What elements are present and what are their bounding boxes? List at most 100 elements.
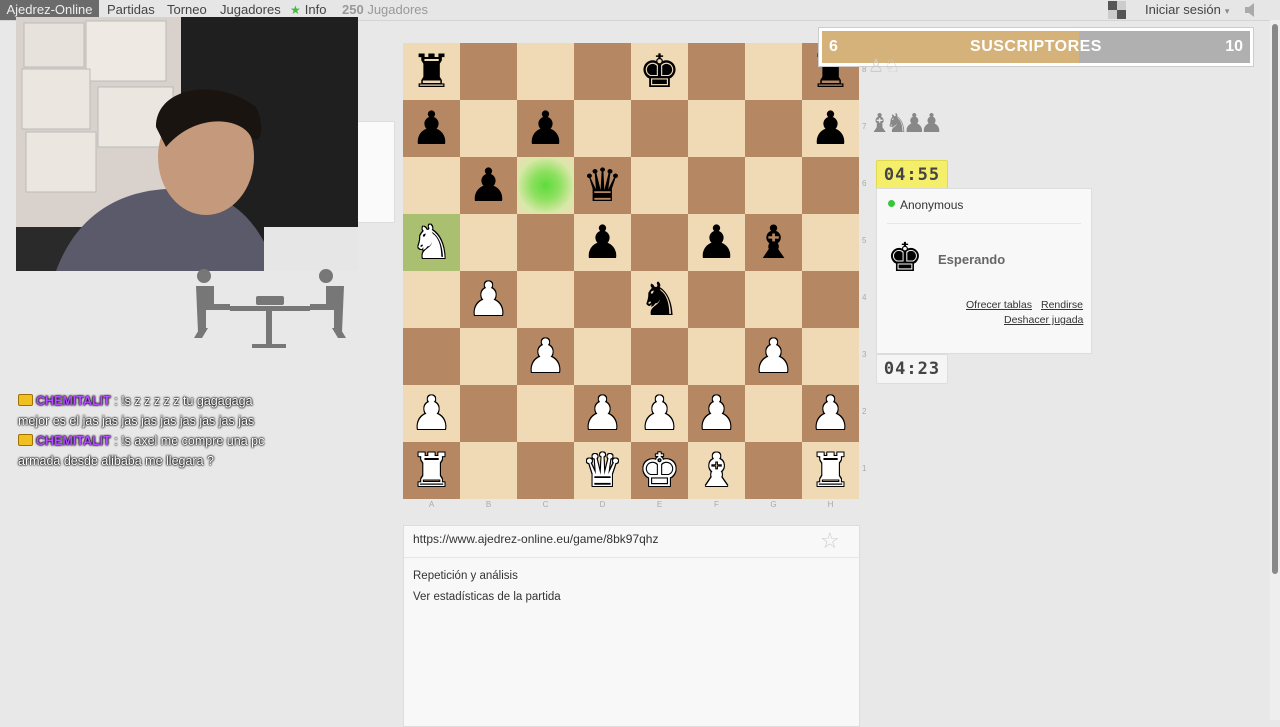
square-c8[interactable] xyxy=(517,43,574,100)
chat-feed: CHEMITALIT : !s z z z z z tu gagagaga me… xyxy=(18,392,268,472)
white-piece-c3[interactable]: ♟ xyxy=(517,328,574,385)
square-g1[interactable] xyxy=(745,442,802,499)
square-f7[interactable] xyxy=(688,100,745,157)
square-d7[interactable] xyxy=(574,100,631,157)
square-g8[interactable] xyxy=(745,43,802,100)
square-e7[interactable] xyxy=(631,100,688,157)
white-piece-e1[interactable]: ♚ xyxy=(631,442,688,499)
square-b1[interactable] xyxy=(460,442,517,499)
game-url[interactable]: https://www.ajedrez-online.eu/game/8bk97… xyxy=(413,532,658,546)
players-count-value: 250 xyxy=(342,2,364,17)
square-b7[interactable] xyxy=(460,100,517,157)
white-piece-f1[interactable]: ♝ xyxy=(688,442,745,499)
game-info-panel: https://www.ajedrez-online.eu/game/8bk97… xyxy=(403,525,860,727)
crown-badge-icon xyxy=(18,394,33,406)
white-piece-h2[interactable]: ♟ xyxy=(802,385,859,442)
scrollbar[interactable] xyxy=(1270,20,1280,720)
square-g6[interactable] xyxy=(745,157,802,214)
square-g7[interactable] xyxy=(745,100,802,157)
speaker-icon[interactable] xyxy=(1245,3,1257,17)
black-piece-f5[interactable]: ♟ xyxy=(688,214,745,271)
white-piece-a5[interactable]: ♞ xyxy=(403,214,460,271)
chevron-down-icon: ▾ xyxy=(1224,6,1230,16)
opponent-name[interactable]: Anonymous xyxy=(900,198,963,212)
square-d8[interactable] xyxy=(574,43,631,100)
square-b3[interactable] xyxy=(460,328,517,385)
square-b8[interactable] xyxy=(460,43,517,100)
subscribers-goal: 10 xyxy=(1225,38,1243,55)
rank-label-3: 3 xyxy=(862,350,867,359)
white-piece-h1[interactable]: ♜ xyxy=(802,442,859,499)
file-label-g: G xyxy=(770,500,777,509)
square-c2[interactable] xyxy=(517,385,574,442)
side-panel xyxy=(358,121,395,223)
square-b5[interactable] xyxy=(460,214,517,271)
square-h4[interactable] xyxy=(802,271,859,328)
black-piece-e8[interactable]: ♚ xyxy=(631,43,688,100)
white-piece-e2[interactable]: ♟ xyxy=(631,385,688,442)
chess-board[interactable]: ♜ ♚ ♜ ♟ ♟ ♟ ♟ ♛ ♞ ♟ ♟ ♝ ♟ ♞ ♟ ♟ ♟ ♟ ♟ ♟ ♟ ♜ ♛ ♚ ♝ ♜ xyxy=(403,43,859,499)
square-h6[interactable] xyxy=(802,157,859,214)
black-piece-c7[interactable]: ♟ xyxy=(517,100,574,157)
square-d3[interactable] xyxy=(574,328,631,385)
black-piece-d5[interactable]: ♟ xyxy=(574,214,631,271)
square-b2[interactable] xyxy=(460,385,517,442)
square-d4[interactable] xyxy=(574,271,631,328)
login-menu[interactable]: Iniciar sesión ▾ xyxy=(1145,0,1229,20)
login-label: Iniciar sesión xyxy=(1145,2,1221,17)
black-piece-a8[interactable]: ♜ xyxy=(403,43,460,100)
square-a3[interactable] xyxy=(403,328,460,385)
favorite-star-icon[interactable]: ☆ xyxy=(820,528,840,554)
square-e6[interactable] xyxy=(631,157,688,214)
rank-label-5: 5 xyxy=(862,236,867,245)
resign-link[interactable]: Rendirse xyxy=(1041,299,1083,311)
white-piece-d2[interactable]: ♟ xyxy=(574,385,631,442)
undo-move-link[interactable]: Deshacer jugada xyxy=(1004,314,1083,326)
square-f8[interactable] xyxy=(688,43,745,100)
white-piece-f2[interactable]: ♟ xyxy=(688,385,745,442)
file-label-a: A xyxy=(428,500,435,509)
webcam-overlay xyxy=(16,17,358,271)
square-e3[interactable] xyxy=(631,328,688,385)
black-piece-e4[interactable]: ♞ xyxy=(631,271,688,328)
black-piece-d6[interactable]: ♛ xyxy=(574,157,631,214)
square-f6[interactable] xyxy=(688,157,745,214)
square-f3[interactable] xyxy=(688,328,745,385)
white-piece-d1[interactable]: ♛ xyxy=(574,442,631,499)
square-c1[interactable] xyxy=(517,442,574,499)
square-h5[interactable] xyxy=(802,214,859,271)
replay-analysis-link[interactable]: Repetición y análisis xyxy=(413,570,518,582)
rank-label-6: 6 xyxy=(862,179,867,188)
players-at-table-icon xyxy=(190,268,350,352)
offer-draw-link[interactable]: Ofrecer tablas xyxy=(966,299,1032,311)
black-piece-a7[interactable]: ♟ xyxy=(403,100,460,157)
chat-message: CHEMITALIT : !s z z z z z tu gagagaga me… xyxy=(18,392,268,431)
square-c4[interactable] xyxy=(517,271,574,328)
board-theme-icon[interactable] xyxy=(1108,1,1126,19)
white-piece-a1[interactable]: ♜ xyxy=(403,442,460,499)
square-h3[interactable] xyxy=(802,328,859,385)
square-a4[interactable] xyxy=(403,271,460,328)
white-piece-a2[interactable]: ♟ xyxy=(403,385,460,442)
square-c5[interactable] xyxy=(517,214,574,271)
chat-username: CHEMITALIT xyxy=(36,434,111,448)
square-g2[interactable] xyxy=(745,385,802,442)
black-piece-b6[interactable]: ♟ xyxy=(460,157,517,214)
file-label-c: C xyxy=(542,500,549,509)
black-piece-g5[interactable]: ♝ xyxy=(745,214,802,271)
white-piece-b4[interactable]: ♟ xyxy=(460,271,517,328)
square-a6[interactable] xyxy=(403,157,460,214)
scrollbar-thumb[interactable] xyxy=(1272,24,1278,574)
chat-username: CHEMITALIT xyxy=(36,394,111,408)
nav-info-label: Info xyxy=(304,2,327,17)
square-e5[interactable] xyxy=(631,214,688,271)
divider xyxy=(404,557,859,558)
chat-message: CHEMITALIT : !s axel me compre una pc ar… xyxy=(18,432,268,471)
game-stats-link[interactable]: Ver estadísticas de la partida xyxy=(413,591,561,603)
players-count-label: Jugadores xyxy=(367,2,429,17)
square-c6[interactable] xyxy=(517,157,574,214)
black-piece-h7[interactable]: ♟ xyxy=(802,100,859,157)
square-f4[interactable] xyxy=(688,271,745,328)
white-piece-g3[interactable]: ♟ xyxy=(745,328,802,385)
square-g4[interactable] xyxy=(745,271,802,328)
